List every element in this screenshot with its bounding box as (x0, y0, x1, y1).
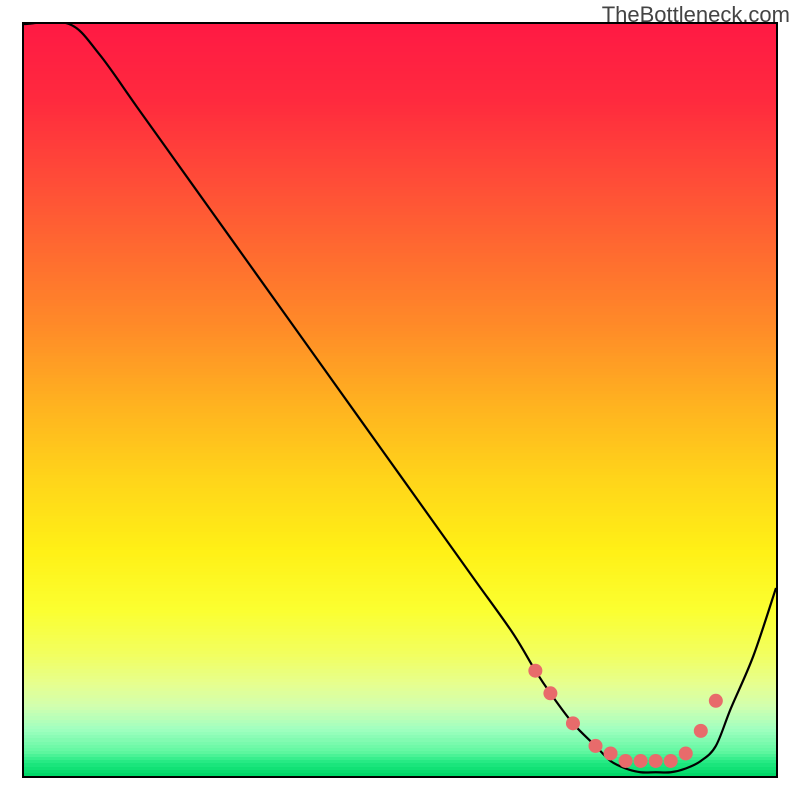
data-marker (679, 746, 693, 760)
data-marker (694, 724, 708, 738)
data-marker (566, 716, 580, 730)
bottleneck-curve (24, 24, 776, 773)
data-marker (619, 754, 633, 768)
data-marker (528, 664, 542, 678)
data-marker (589, 739, 603, 753)
data-marker (543, 686, 557, 700)
data-marker (709, 694, 723, 708)
chart-svg (24, 24, 776, 776)
plot-area (22, 22, 778, 778)
data-marker (664, 754, 678, 768)
chart-frame: TheBottleneck.com (0, 0, 800, 800)
data-marker (604, 746, 618, 760)
data-marker (634, 754, 648, 768)
data-marker (649, 754, 663, 768)
